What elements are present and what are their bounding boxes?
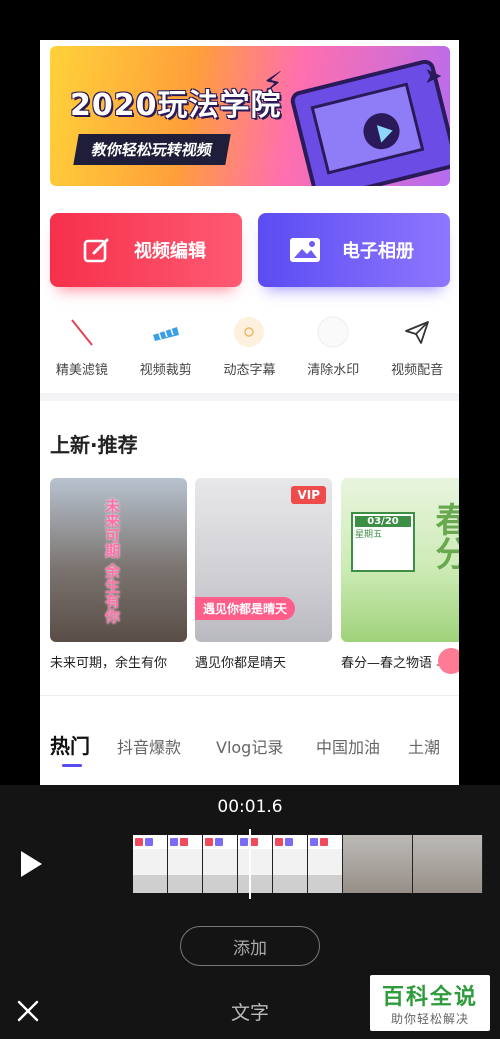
timeline-frame bbox=[308, 835, 343, 893]
timeline-frame bbox=[168, 835, 203, 893]
card-overlay-text: 春分 bbox=[429, 502, 459, 570]
card-thumbnail: 03/20 星期五 春分 bbox=[341, 478, 459, 642]
tool-label: 动态字幕 bbox=[223, 363, 276, 378]
card-caption: 遇见你都是晴天 bbox=[195, 656, 287, 671]
tool-crop[interactable]: 视频裁剪 bbox=[124, 315, 208, 385]
timeline-frame bbox=[273, 835, 308, 893]
card-thumbnail: VIP 遇见你都是晴天 bbox=[195, 478, 332, 642]
video-edit-button[interactable]: 视频编辑 bbox=[50, 213, 242, 287]
card-thumbnail: 未来可期 余生有你 bbox=[50, 478, 187, 642]
timeline-frame bbox=[238, 835, 273, 893]
tab-trend[interactable]: 土潮 bbox=[408, 734, 440, 758]
section-title: 上新·推荐 bbox=[50, 433, 138, 457]
album-label: 电子相册 bbox=[342, 241, 414, 262]
crop-icon bbox=[149, 315, 183, 349]
tab-china[interactable]: 中国加油 bbox=[316, 734, 380, 758]
banner-subtitle: 教你轻松玩转视频 bbox=[73, 134, 231, 165]
tool-dubbing[interactable]: 视频配音 bbox=[375, 315, 459, 385]
playback-time: 00:01.6 bbox=[217, 797, 283, 817]
timeline-frame bbox=[133, 835, 168, 893]
watermark-logo: 百科全说 助你轻松解决 bbox=[370, 975, 490, 1031]
tab-douyin[interactable]: 抖音爆款 bbox=[117, 734, 181, 758]
album-button[interactable]: 电子相册 bbox=[258, 213, 450, 287]
tool-label: 精美滤镜 bbox=[55, 363, 108, 378]
watermark-line2: 助你轻松解决 bbox=[390, 1012, 469, 1026]
tool-label: 视频裁剪 bbox=[139, 363, 192, 378]
timeline-frame bbox=[203, 835, 238, 893]
divider bbox=[40, 695, 459, 696]
playhead[interactable] bbox=[249, 829, 251, 899]
video-edit-label: 视频编辑 bbox=[134, 241, 206, 262]
template-card[interactable]: 未来可期 余生有你 未来可期，余生有你 bbox=[50, 478, 187, 671]
subtitle-icon bbox=[232, 315, 266, 349]
lightning-icon: ⚡ bbox=[262, 66, 284, 101]
edit-icon bbox=[80, 233, 114, 267]
recommend-list: 未来可期 余生有你 未来可期，余生有你 VIP 遇见你都是晴天 遇见你都是晴天 … bbox=[50, 478, 459, 678]
watermark-line1: 百科全说 bbox=[381, 985, 478, 1010]
filter-icon bbox=[65, 315, 99, 349]
app-preview: 2020玩法学院 教你轻松玩转视频 ⚡ ➤ 视频编辑 电子相册 精美滤镜 视频裁… bbox=[40, 40, 459, 785]
card-overlay-text: 遇见你都是晴天 bbox=[195, 597, 296, 620]
tool-remove-watermark[interactable]: 清除水印 bbox=[291, 315, 375, 385]
tool-row: 精美滤镜 视频裁剪 动态字幕 清除水印 视频配音 bbox=[40, 315, 459, 385]
eraser-icon bbox=[316, 315, 350, 349]
template-card[interactable]: 03/20 星期五 春分 春分—春之物语 鸟语 bbox=[341, 478, 459, 671]
date-box: 03/20 星期五 bbox=[351, 512, 415, 572]
card-caption: 未来可期，余生有你 bbox=[50, 656, 168, 671]
tab-hot[interactable]: 热门 bbox=[50, 730, 90, 759]
section-divider bbox=[40, 393, 459, 401]
date-text: 03/20 bbox=[355, 516, 411, 527]
paper-plane-icon: ➤ bbox=[424, 64, 443, 89]
scroll-indicator[interactable] bbox=[438, 648, 459, 674]
vip-badge: VIP bbox=[291, 486, 326, 504]
timeline-strip[interactable] bbox=[133, 835, 500, 893]
timeline-frame bbox=[343, 835, 413, 893]
tool-label: 清除水印 bbox=[307, 363, 360, 378]
tab-vlog[interactable]: Vlog记录 bbox=[216, 734, 283, 758]
timeline-frame bbox=[413, 835, 483, 893]
banner-title: 2020玩法学院 bbox=[70, 88, 282, 123]
tool-subtitle[interactable]: 动态字幕 bbox=[208, 315, 292, 385]
add-button[interactable]: 添加 bbox=[180, 926, 320, 966]
send-icon bbox=[400, 315, 434, 349]
promo-banner[interactable]: 2020玩法学院 教你轻松玩转视频 ⚡ ➤ bbox=[50, 46, 450, 186]
image-icon bbox=[288, 233, 322, 267]
tool-label: 视频配音 bbox=[391, 363, 444, 378]
template-card[interactable]: VIP 遇见你都是晴天 遇见你都是晴天 bbox=[195, 478, 332, 671]
active-tab-indicator bbox=[62, 764, 82, 767]
category-tabs: 热门 抖音爆款 Vlog记录 中国加油 土潮 bbox=[50, 734, 459, 770]
card-overlay-text: 未来可期 余生有你 bbox=[103, 498, 121, 624]
tool-filter[interactable]: 精美滤镜 bbox=[40, 315, 124, 385]
play-icon[interactable] bbox=[18, 849, 44, 879]
weekday-text: 星期五 bbox=[355, 530, 383, 540]
